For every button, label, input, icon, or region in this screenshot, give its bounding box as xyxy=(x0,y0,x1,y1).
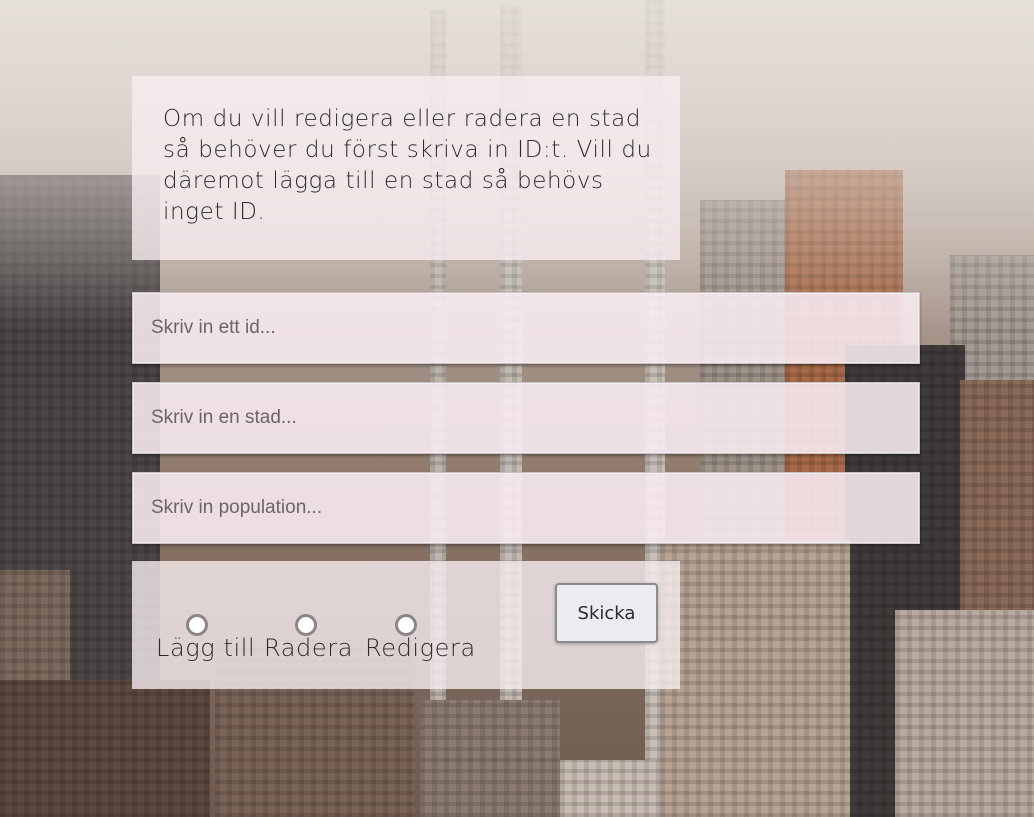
city-field[interactable] xyxy=(132,382,920,454)
radio-edit-label[interactable]: Redigera xyxy=(365,634,476,662)
submit-button[interactable]: Skicka xyxy=(555,583,658,643)
info-panel: Om du vill redigera eller radera en stad… xyxy=(132,76,680,260)
city-input[interactable] xyxy=(133,383,919,453)
info-text: Om du vill redigera eller radera en stad… xyxy=(163,106,652,225)
id-input[interactable] xyxy=(133,293,919,363)
radio-add-label[interactable]: Lägg till xyxy=(156,634,255,662)
population-field[interactable] xyxy=(132,472,920,544)
radio-delete[interactable] xyxy=(295,614,317,636)
radio-edit[interactable] xyxy=(395,614,417,636)
id-field[interactable] xyxy=(132,292,920,364)
population-input[interactable] xyxy=(133,473,919,543)
radio-delete-label[interactable]: Radera xyxy=(264,634,353,662)
radio-add[interactable] xyxy=(186,614,208,636)
